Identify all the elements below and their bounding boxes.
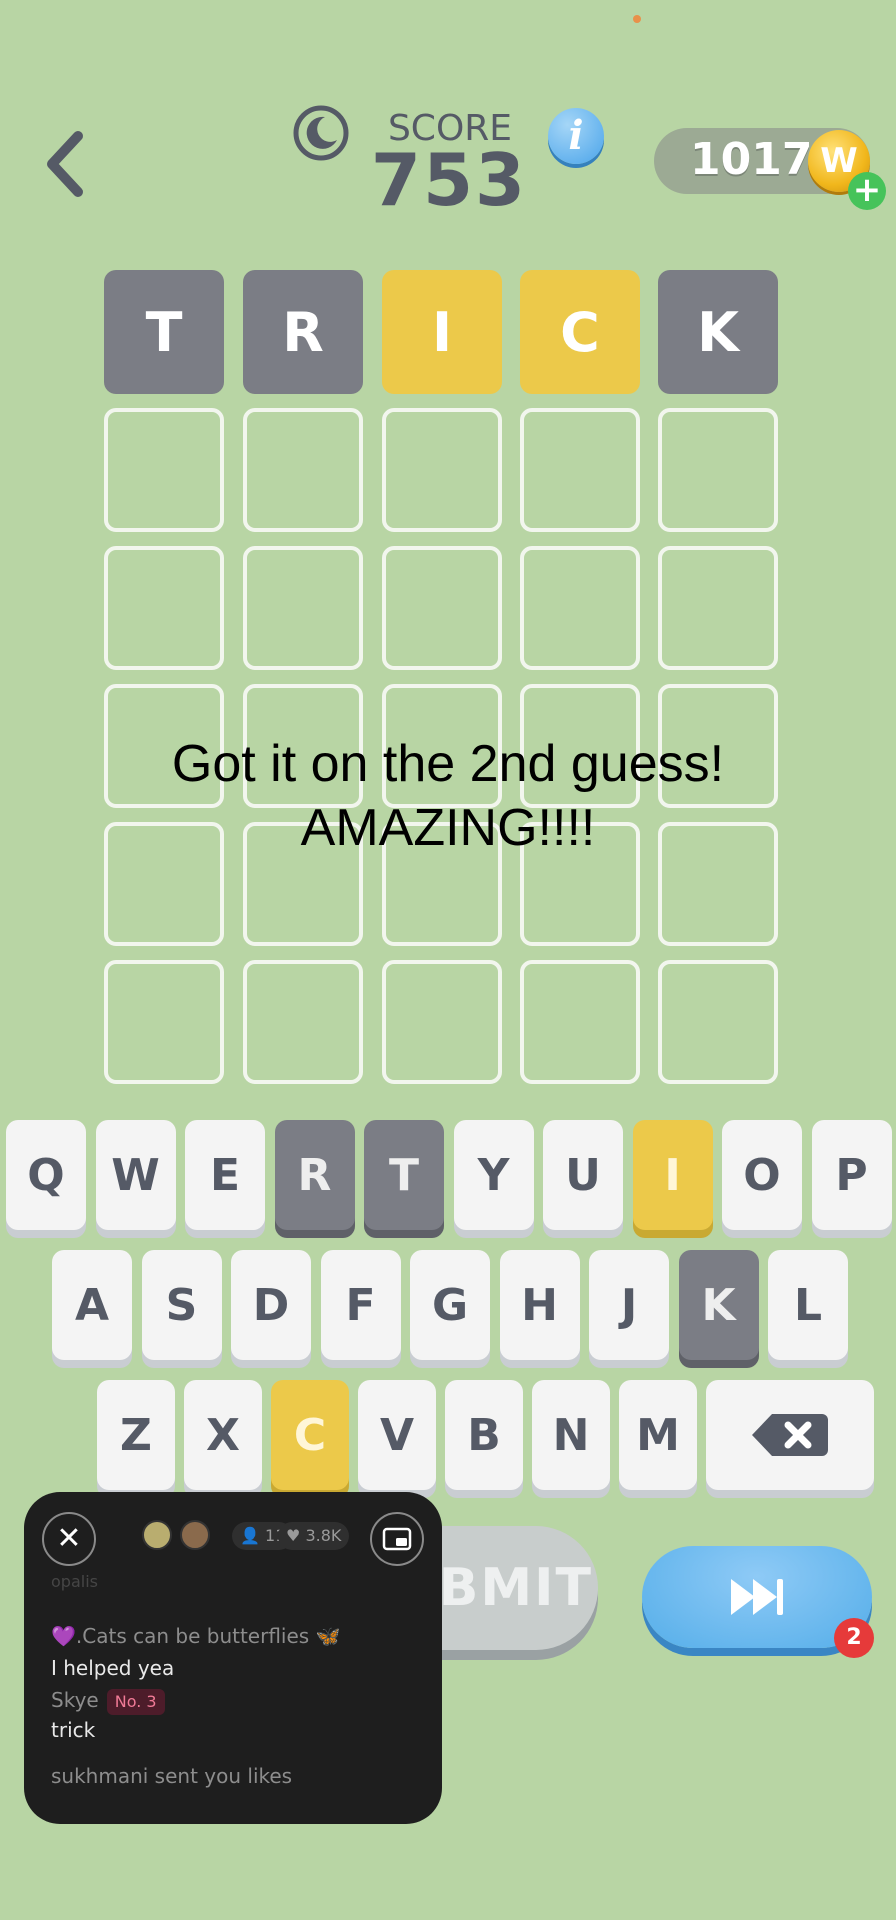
grid-cell — [658, 408, 778, 532]
key-b[interactable]: B — [445, 1380, 523, 1490]
grid-cell — [243, 960, 363, 1084]
caption-line-1: Got it on the 2nd guess! — [171, 735, 725, 793]
info-button[interactable]: i — [548, 108, 604, 164]
like-count-value: 3.8K — [305, 1526, 342, 1545]
notice-text: sent you likes — [148, 1764, 293, 1788]
chat-message: Skye No. 3 — [51, 1688, 165, 1715]
chat-message: trick — [51, 1718, 95, 1742]
back-arrow-icon[interactable] — [38, 128, 92, 200]
key-o[interactable]: O — [722, 1120, 802, 1230]
key-a[interactable]: A — [52, 1250, 132, 1360]
picture-in-picture-icon[interactable] — [370, 1512, 424, 1566]
grid-cell — [658, 960, 778, 1084]
grid-cell: I — [382, 270, 502, 394]
key-s[interactable]: S — [141, 1250, 222, 1360]
chat-message-text: 💜.Cats can be butterflies 🦋 — [51, 1624, 341, 1648]
grid-cell: K — [658, 270, 778, 394]
backspace-icon — [752, 1414, 828, 1456]
grid-cell — [520, 546, 640, 670]
likes-notice: sukhmani sent you likes — [51, 1764, 292, 1788]
chat-message: 💜.Cats can be butterflies 🦋 — [51, 1624, 340, 1648]
close-icon[interactable]: ✕ — [42, 1512, 96, 1566]
status-indicator — [633, 15, 641, 23]
grid-cell: T — [104, 270, 224, 394]
avatar — [142, 1520, 172, 1550]
key-d[interactable]: D — [231, 1250, 311, 1360]
chat-message-text: I helped yea — [51, 1656, 175, 1680]
key-n[interactable]: N — [532, 1380, 610, 1490]
grid-cell — [243, 546, 363, 670]
key-y[interactable]: Y — [453, 1120, 534, 1230]
key-p[interactable]: P — [811, 1120, 892, 1230]
key-e[interactable]: E — [185, 1120, 265, 1230]
backspace-key[interactable] — [706, 1380, 874, 1490]
chat-message-text: opalis — [51, 1572, 98, 1591]
avatar — [180, 1520, 210, 1550]
chat-message: opalis — [51, 1572, 98, 1591]
grid-cell: C — [520, 270, 640, 394]
key-h[interactable]: H — [499, 1250, 580, 1360]
chat-message: I helped yea — [51, 1656, 174, 1680]
grid-cell — [520, 408, 640, 532]
key-r[interactable]: R — [274, 1120, 355, 1230]
coin-count: 1017 — [690, 134, 813, 185]
key-f[interactable]: F — [320, 1250, 401, 1360]
key-q[interactable]: Q — [6, 1120, 86, 1230]
key-z[interactable]: Z — [97, 1380, 175, 1490]
grid-cell — [382, 546, 502, 670]
grid-cell — [243, 408, 363, 532]
grid-cell: R — [243, 270, 363, 394]
add-coins-button[interactable]: + — [848, 172, 886, 210]
grid-cell — [104, 546, 224, 670]
key-i[interactable]: I — [632, 1120, 713, 1230]
key-j[interactable]: J — [589, 1250, 669, 1360]
grid-cell — [104, 408, 224, 532]
chat-message-text: trick — [51, 1718, 96, 1742]
key-m[interactable]: M — [619, 1380, 697, 1490]
caption-line-2: AMAZING!!!! — [300, 799, 596, 857]
skip-count-badge: 2 — [834, 1618, 874, 1658]
key-t[interactable]: T — [364, 1120, 444, 1230]
key-c[interactable]: C — [271, 1380, 349, 1490]
key-x[interactable]: X — [184, 1380, 262, 1490]
grid-cell — [520, 960, 640, 1084]
like-count: ♥ 3.8K — [278, 1522, 350, 1550]
rank-badge: No. 3 — [106, 1689, 165, 1715]
live-chat-panel: ✕ 👤 11 ♥ 3.8K opalis 💜.Cats can be butter… — [24, 1492, 442, 1824]
fast-forward-icon — [731, 1579, 783, 1615]
key-u[interactable]: U — [543, 1120, 623, 1230]
key-w[interactable]: W — [95, 1120, 176, 1230]
moon-icon[interactable] — [292, 104, 350, 162]
score-value: 753 — [370, 138, 528, 222]
key-v[interactable]: V — [358, 1380, 436, 1490]
grid-cell — [104, 960, 224, 1084]
grid-cell — [382, 408, 502, 532]
notice-user: sukhmani — [51, 1764, 149, 1788]
chat-message-text: Skye — [51, 1688, 99, 1712]
key-k[interactable]: K — [678, 1250, 759, 1360]
grid-cell — [382, 960, 502, 1084]
caption-overlay: Got it on the 2nd guess! AMAZING!!!! — [0, 732, 896, 860]
key-g[interactable]: G — [410, 1250, 490, 1360]
grid-cell — [658, 546, 778, 670]
key-l[interactable]: L — [768, 1250, 848, 1360]
